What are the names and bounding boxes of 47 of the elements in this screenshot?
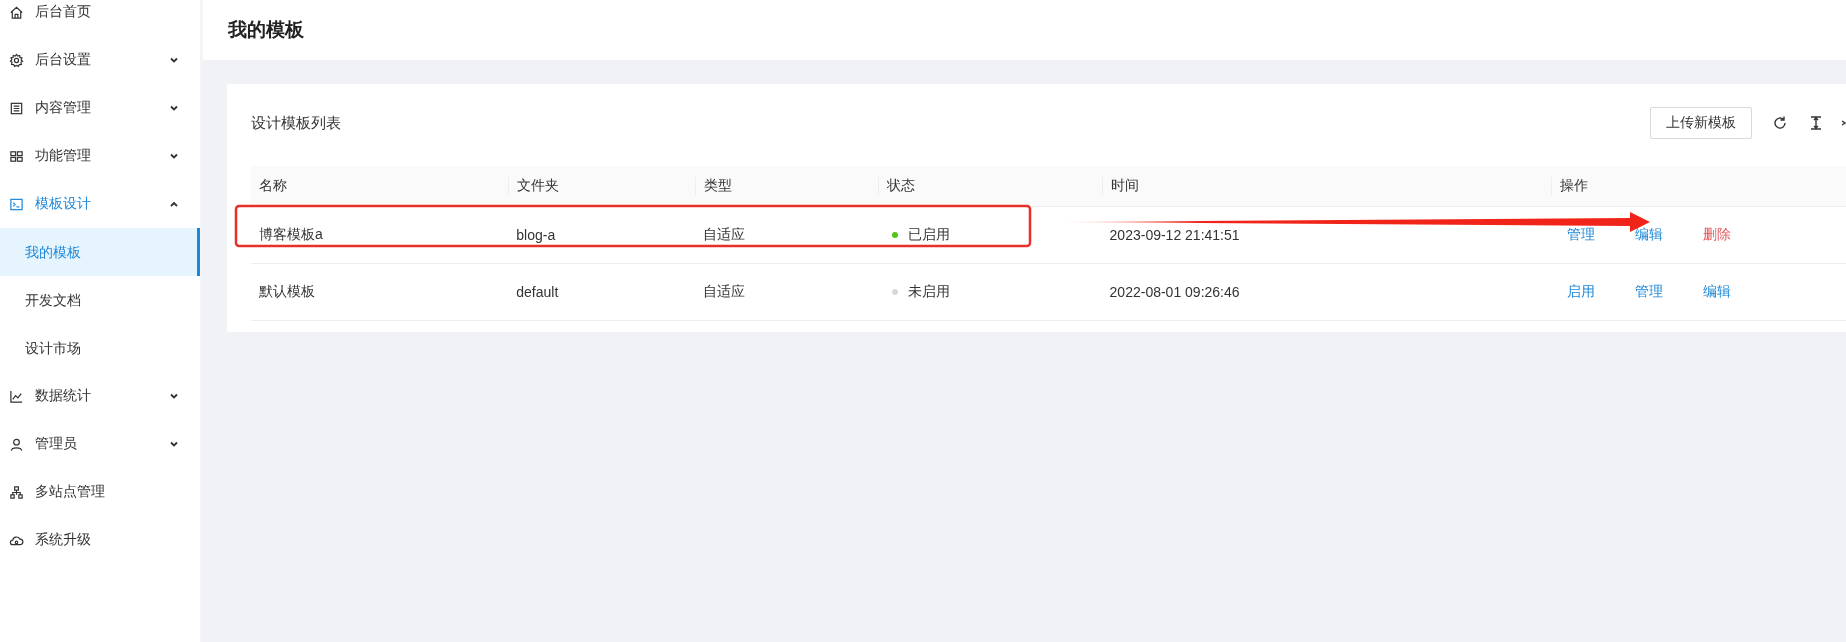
column-header: 状态 xyxy=(877,177,1102,195)
terminal-icon xyxy=(9,196,24,212)
card-title: 设计模板列表 xyxy=(251,113,342,133)
action-link[interactable]: 管理 xyxy=(1635,283,1664,301)
table-cell-text: 2023-09-12 21:41:51 xyxy=(1108,227,1241,243)
sidebar-item[interactable]: 多站点管理 xyxy=(0,468,200,516)
status-text: 未启用 xyxy=(907,283,950,301)
action-link[interactable]: 编辑 xyxy=(1635,226,1664,244)
table-cell-text: default xyxy=(515,284,560,300)
upload-button[interactable]: 上传新模板 xyxy=(1650,107,1752,139)
column-header: 时间 xyxy=(1101,177,1552,195)
list-icon xyxy=(9,100,24,116)
column-header: 名称 xyxy=(258,177,288,195)
table-cell-text: 自适应 xyxy=(701,283,746,301)
chart-icon xyxy=(9,388,24,404)
refresh-icon[interactable] xyxy=(1772,115,1788,131)
sidebar-item[interactable]: 管理员 xyxy=(0,420,200,468)
action-link[interactable]: 删除 xyxy=(1703,226,1732,244)
sidebar-item[interactable]: 系统升级 xyxy=(0,516,200,564)
sidebar-item[interactable]: 内容管理 xyxy=(0,84,200,132)
page-title: 我的模板 xyxy=(228,18,304,42)
home-icon xyxy=(9,4,24,20)
user-icon xyxy=(9,436,24,452)
gear-icon xyxy=(9,52,24,68)
sidebar-subitem[interactable]: 设计市场 xyxy=(0,324,200,372)
column-header: 文件夹 xyxy=(508,177,695,195)
sidebar-item[interactable]: 后台首页 xyxy=(0,0,200,36)
table-cell-text: 自适应 xyxy=(701,226,746,244)
status-text: 已启用 xyxy=(907,226,950,244)
column-header: 操作 xyxy=(1551,177,1846,195)
column-height-icon[interactable] xyxy=(1808,115,1824,131)
sitemap-icon xyxy=(9,484,24,500)
action-link[interactable]: 启用 xyxy=(1567,283,1596,301)
sidebar-item[interactable]: 数据统计 xyxy=(0,372,200,420)
sidebar-subitem[interactable]: 开发文档 xyxy=(0,276,200,324)
table-cell-text: 博客模板a xyxy=(258,226,324,244)
action-link[interactable]: 编辑 xyxy=(1703,283,1732,301)
column-header: 类型 xyxy=(694,177,878,195)
sidebar-subitem[interactable]: 我的模板 xyxy=(0,228,200,276)
grid-icon xyxy=(9,148,24,164)
table-cell-text: 默认模板 xyxy=(258,283,316,301)
table-cell-text: 2022-08-01 09:26:46 xyxy=(1108,284,1241,300)
sidebar-item[interactable]: 功能管理 xyxy=(0,132,200,180)
sidebar-item[interactable]: 模板设计 xyxy=(0,180,200,228)
table-cell-text: blog-a xyxy=(515,227,557,243)
action-link[interactable]: 管理 xyxy=(1567,226,1596,244)
sidebar-item[interactable]: 后台设置 xyxy=(0,36,200,84)
